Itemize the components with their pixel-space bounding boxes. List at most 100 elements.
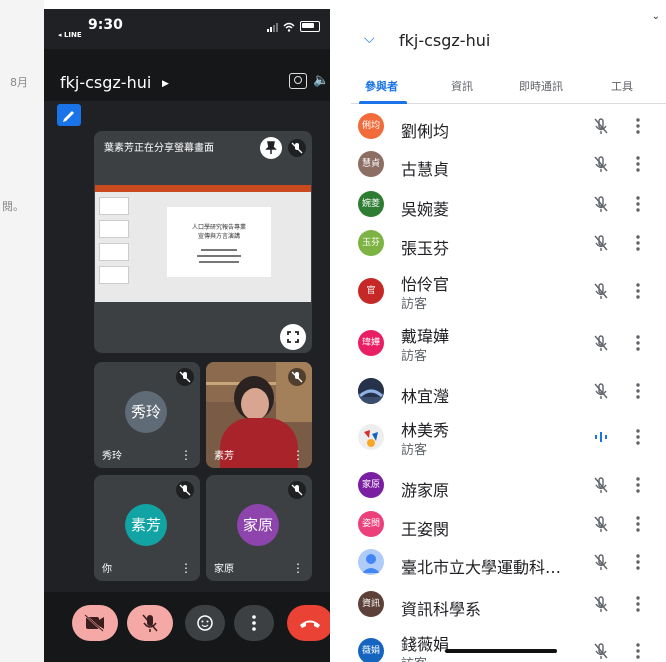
panel-title: fkj-csgz-hui bbox=[399, 31, 491, 50]
pencil-icon bbox=[63, 111, 74, 122]
signal-icon bbox=[267, 22, 278, 32]
more-vert-icon[interactable] bbox=[635, 642, 641, 660]
chevron-down-icon[interactable]: ⌵ bbox=[364, 31, 375, 47]
participant-row[interactable]: 林宜瀅 bbox=[351, 378, 666, 417]
background-text: 閱。 bbox=[2, 200, 24, 213]
annotate-button[interactable] bbox=[57, 104, 81, 126]
avatar: 薇娟 bbox=[358, 638, 384, 662]
avatar: 家原 bbox=[237, 504, 279, 546]
more-vert-icon[interactable] bbox=[635, 428, 641, 446]
fullscreen-button[interactable] bbox=[280, 324, 306, 350]
participant-row[interactable]: 瑋嬅 戴瑋嬅 訪客 bbox=[351, 323, 666, 373]
back-to-line[interactable]: ◂ LINE bbox=[58, 31, 82, 39]
avatar: 秀玲 bbox=[125, 391, 167, 433]
more-icon[interactable]: ⋮ bbox=[180, 448, 192, 462]
participant-name: 錢薇娟 bbox=[401, 635, 450, 654]
avatar-initials: 慧貞 bbox=[361, 159, 380, 169]
home-indicator[interactable] bbox=[445, 649, 557, 653]
mic-off-icon[interactable] bbox=[593, 553, 609, 571]
more-vert-icon[interactable] bbox=[635, 117, 641, 135]
mic-off-icon[interactable] bbox=[593, 515, 609, 533]
tab-participants[interactable]: 參與者 bbox=[365, 78, 398, 94]
mic-off-icon[interactable] bbox=[593, 282, 609, 300]
participant-row[interactable]: 姿閔 王姿閔 bbox=[351, 511, 666, 550]
fullscreen-icon bbox=[287, 331, 299, 343]
avatar-initials: 俐均 bbox=[361, 121, 380, 131]
more-vert-icon[interactable] bbox=[635, 155, 641, 173]
hang-up-icon bbox=[300, 620, 320, 628]
chevron-down-icon: ⌄ bbox=[651, 11, 660, 22]
more-vert-icon[interactable] bbox=[635, 334, 641, 352]
avatar-initials: 資訊 bbox=[361, 599, 380, 609]
mic-off-icon[interactable] bbox=[593, 595, 609, 613]
mic-off-icon[interactable] bbox=[593, 642, 609, 660]
mic-off-icon[interactable] bbox=[593, 382, 609, 400]
tab-info[interactable]: 資訊 bbox=[451, 78, 473, 94]
mic-off-icon bbox=[288, 481, 306, 499]
more-vert-icon[interactable] bbox=[635, 282, 641, 300]
participant-tile-self[interactable]: 素芳 你 ⋮ bbox=[94, 475, 200, 581]
more-vert-icon[interactable] bbox=[635, 595, 641, 613]
mic-toggle-button[interactable] bbox=[127, 605, 173, 641]
avatar-initials: 玉芬 bbox=[361, 238, 380, 248]
participant-name: 林美秀 bbox=[401, 421, 450, 440]
camera-toggle-button[interactable] bbox=[72, 605, 118, 641]
tile-name: 秀玲 bbox=[102, 451, 122, 462]
mic-off-icon[interactable] bbox=[593, 195, 609, 213]
more-vert-icon[interactable] bbox=[635, 382, 641, 400]
participant-row[interactable]: 玉芬 張玉芬 bbox=[351, 230, 666, 269]
avatar: 慧貞 bbox=[358, 151, 384, 177]
avatar: 家原 bbox=[358, 472, 384, 498]
avatar-initials: 家原 bbox=[361, 480, 380, 490]
participant-row[interactable]: 林美秀 訪客 bbox=[351, 417, 666, 467]
more-options-button[interactable] bbox=[234, 605, 274, 641]
participant-row[interactable]: 臺北市立大學運動科… bbox=[351, 549, 666, 588]
mic-off-icon[interactable] bbox=[593, 334, 609, 352]
mic-off-icon[interactable] bbox=[593, 234, 609, 252]
tab-tools[interactable]: 工具 bbox=[611, 78, 633, 94]
more-icon[interactable]: ⋮ bbox=[180, 561, 192, 575]
tab-chat[interactable]: 即時通訊 bbox=[519, 78, 563, 94]
mic-off-icon[interactable] bbox=[593, 117, 609, 135]
more-vert-icon[interactable] bbox=[635, 195, 641, 213]
avatar: 素芳 bbox=[125, 504, 167, 546]
screen-share-tile[interactable]: 葉素芳正在分享螢幕畫面 人口學研究報告專業 宣傳與方言演講 bbox=[94, 131, 312, 353]
chevron-right-icon[interactable]: ▶ bbox=[162, 79, 169, 89]
active-tab-indicator bbox=[359, 101, 407, 104]
participant-row[interactable]: 薇娟 錢薇娟訪客 bbox=[351, 631, 666, 662]
more-vert-icon[interactable] bbox=[635, 553, 641, 571]
participant-tile[interactable]: 秀玲 秀玲 ⋮ bbox=[94, 362, 200, 468]
participant-row[interactable]: 資訊 資訊科學系 bbox=[351, 591, 666, 630]
meeting-code[interactable]: fkj-csgz-hui bbox=[60, 73, 151, 92]
more-icon[interactable]: ⋮ bbox=[292, 448, 304, 462]
more-icon[interactable]: ⋮ bbox=[292, 561, 304, 575]
more-vert-icon[interactable] bbox=[635, 515, 641, 533]
participant-row[interactable]: 婉菱 吳婉菱 bbox=[351, 191, 666, 230]
reactions-button[interactable] bbox=[185, 605, 225, 641]
participant-row[interactable]: 慧貞 古慧貞 bbox=[351, 151, 666, 190]
more-vert-icon[interactable] bbox=[635, 234, 641, 252]
background-text: 8月 bbox=[10, 76, 28, 89]
participant-name: 資訊科學系 bbox=[401, 600, 482, 619]
avatar bbox=[358, 549, 384, 575]
participant-row[interactable]: 官 怡伶官 訪客 bbox=[351, 271, 666, 321]
more-vert-icon[interactable] bbox=[635, 476, 641, 494]
participant-name: 吳婉菱 bbox=[401, 200, 450, 219]
participant-tile[interactable]: 家原 家原 ⋮ bbox=[206, 475, 312, 581]
participants-panel: ⌵ fkj-csgz-hui ⌄ 參與者 資訊 即時通訊 工具 俐均 劉俐均 慧貞 古… bbox=[351, 9, 666, 662]
avatar-initials: 薇娟 bbox=[361, 646, 380, 656]
speaker-icon[interactable]: 🔈 bbox=[313, 73, 329, 88]
meet-call-screen: ◂ LINE 9:30 fkj-csgz-hui ▶ 🔈 葉素芳正在分享螢幕畫面 bbox=[44, 9, 330, 662]
mic-off-icon[interactable] bbox=[593, 476, 609, 494]
end-call-button[interactable] bbox=[287, 605, 330, 641]
mic-off-icon bbox=[176, 368, 194, 386]
avatar: 官 bbox=[358, 278, 384, 304]
participant-tile[interactable]: 素芳 ⋮ bbox=[206, 362, 312, 468]
speaking-icon bbox=[595, 432, 607, 442]
pin-icon[interactable] bbox=[260, 137, 282, 159]
participant-row[interactable]: 家原 游家原 bbox=[351, 472, 666, 511]
mic-off-icon[interactable] bbox=[593, 155, 609, 173]
participant-row[interactable]: 俐均 劉俐均 bbox=[351, 113, 666, 152]
switch-camera-icon[interactable] bbox=[289, 73, 307, 89]
participant-name: 游家原 bbox=[401, 481, 450, 500]
